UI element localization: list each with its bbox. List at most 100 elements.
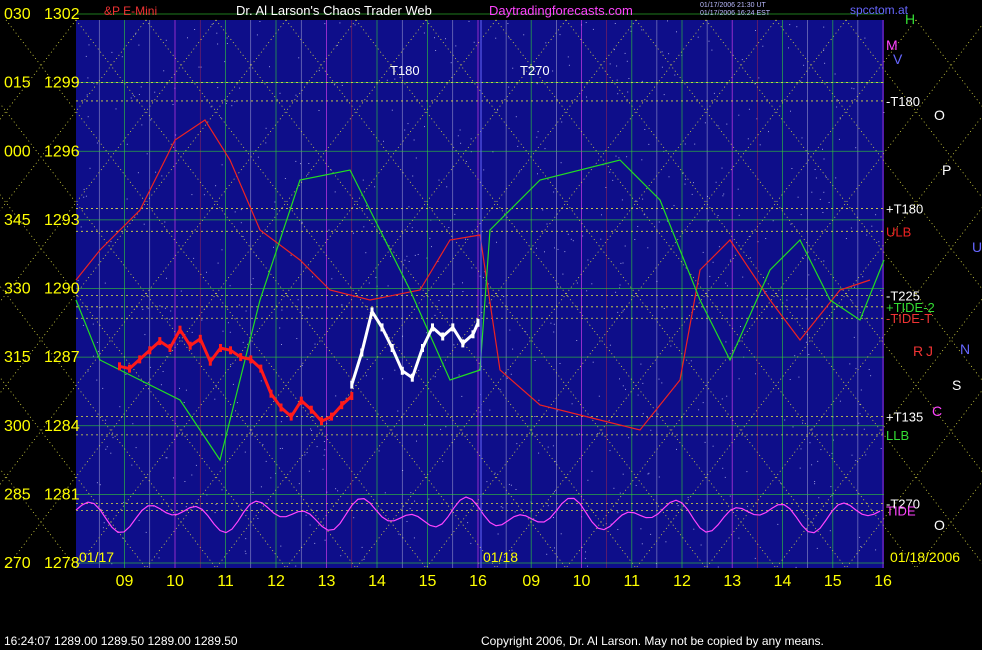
star-dot [221,249,223,251]
star-dot [542,209,544,211]
star-dot [96,379,98,381]
star-dot [726,123,728,125]
star-dot [461,395,463,397]
star-dot [586,290,588,292]
star-dot [883,112,885,113]
star-dot [165,457,167,459]
star-dot [468,20,470,22]
star-dot [159,305,161,307]
star-dot [823,158,825,160]
star-dot [195,464,197,466]
star-dot [799,467,801,469]
site-link[interactable]: Daytradingforecasts.com [489,3,633,18]
star-dot [576,282,578,284]
price-bar [461,339,465,348]
x-tick-hour: 09 [522,573,540,590]
star-dot [467,522,469,524]
star-dot [92,355,94,357]
star-dot [801,257,803,259]
star-dot [816,547,818,549]
star-dot [811,522,813,524]
star-dot [801,137,803,139]
star-dot [438,179,440,181]
star-dot [226,37,228,39]
x-tick-hour: 15 [824,573,842,590]
star-dot [822,212,824,213]
star-dot [823,26,825,28]
star-dot [301,364,303,366]
price-bar [168,344,172,352]
y-tick-price: 1299 [44,75,80,92]
star-dot [386,79,388,81]
star-dot [617,529,619,530]
star-dot [494,472,496,474]
price-bar [229,346,232,355]
star-dot [622,310,624,312]
star-dot [585,22,587,23]
star-dot [811,191,813,193]
star-dot [814,483,816,485]
star-dot [722,195,724,197]
price-bar [350,392,354,400]
star-dot [125,373,127,375]
star-dot [508,86,510,88]
star-dot [506,377,508,379]
star-dot [226,43,228,44]
star-dot [684,143,686,145]
star-dot [615,155,617,157]
star-dot [587,565,588,567]
star-dot [322,468,324,470]
price-bar [330,412,333,421]
star-dot [626,156,628,158]
star-dot [838,138,840,140]
timestamp-ut: 01/17/2006 21:30 UT [700,2,766,9]
star-dot [390,255,391,257]
star-dot [538,399,540,401]
star-dot [839,117,841,119]
star-dot [412,175,414,177]
star-dot [802,422,803,424]
star-dot [729,495,731,497]
star-dot [193,257,195,259]
star-dot [184,481,186,482]
x-tick-hour: 09 [116,573,134,590]
copyright-notice: Copyright 2006, Dr. Al Larson. May not b… [481,634,824,648]
star-dot [434,376,436,378]
star-dot [132,94,134,96]
star-dot [424,423,425,425]
star-dot [281,309,283,311]
planet-marker: H [905,11,915,27]
star-dot [647,473,649,475]
star-dot [230,364,232,366]
star-dot [717,566,719,568]
star-dot [265,460,267,462]
star-dot [587,479,589,481]
star-dot [715,181,717,183]
star-dot [755,30,756,31]
y-tick-degree: 300 [4,418,31,435]
star-dot [308,470,310,472]
star-dot [718,246,720,248]
star-dot [154,91,156,93]
star-dot [251,283,253,285]
star-dot [308,163,310,164]
star-dot [231,105,233,107]
star-dot [845,238,847,239]
price-bar [360,348,364,357]
level-label: T180 [390,63,420,78]
star-dot [162,371,164,372]
price-bar [259,364,263,373]
star-dot [708,220,710,222]
star-dot [203,194,205,196]
star-dot [471,267,473,269]
star-dot [553,517,554,518]
x-tick-hour: 10 [573,573,591,590]
star-dot [509,329,511,331]
star-dot [616,79,618,81]
y-tick-price: 1278 [44,555,80,572]
star-dot [814,169,816,170]
x-tick-hour: 13 [318,573,336,590]
star-dot [635,200,637,202]
star-dot [600,238,602,240]
star-dot [297,299,299,301]
